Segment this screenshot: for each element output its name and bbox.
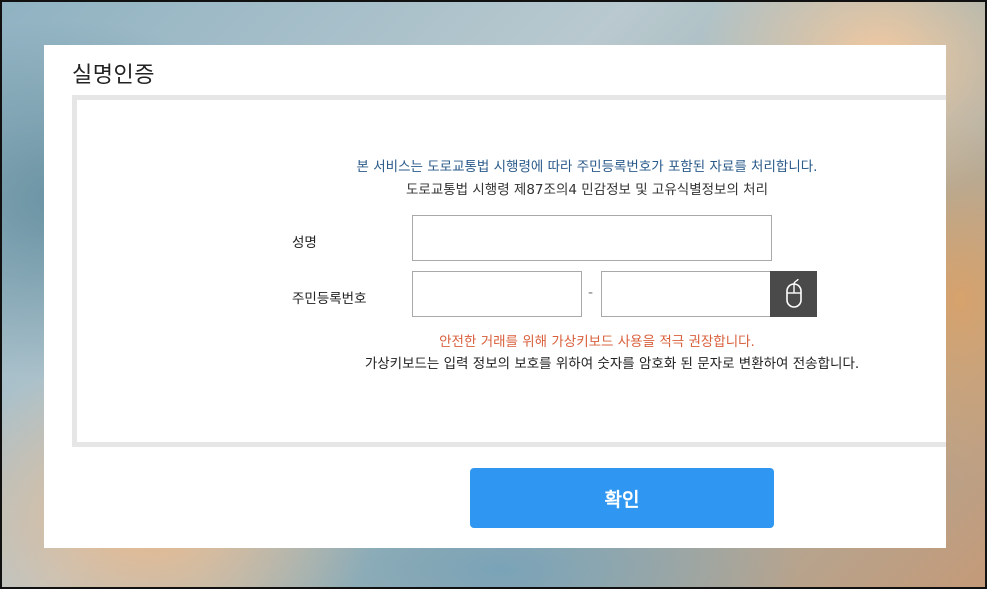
rrn-front-field[interactable] (412, 271, 582, 317)
verification-panel: 본 서비스는 도로교통법 시행령에 따라 주민등록번호가 포함된 자료를 처리합… (72, 95, 946, 447)
rrn-back-field[interactable] (601, 271, 771, 317)
rrn-separator: - (588, 285, 594, 301)
name-label: 성명 (292, 235, 317, 251)
legal-basis-notice: 도로교통법 시행령 제87조의4 민감정보 및 고유식별정보의 처리 (405, 182, 768, 198)
service-notice: 본 서비스는 도로교통법 시행령에 따라 주민등록번호가 포함된 자료를 처리합… (356, 159, 818, 175)
mouse-icon (785, 278, 802, 308)
identity-verification-dialog: 실명인증 본 서비스는 도로교통법 시행령에 따라 주민등록번호가 포함된 자료… (44, 45, 946, 548)
virtual-keyboard-warning: 안전한 거래를 위해 가상키보드 사용을 적극 권장합니다. (439, 334, 755, 350)
dialog-title: 실명인증 (72, 63, 155, 88)
rrn-label: 주민등록번호 (292, 291, 367, 307)
name-field[interactable] (412, 215, 772, 261)
virtual-keyboard-info: 가상키보드는 입력 정보의 보호를 위하여 숫자를 암호화 된 문자로 변환하여… (364, 356, 860, 372)
virtual-keyboard-button[interactable] (770, 271, 817, 317)
confirm-button[interactable]: 확인 (470, 468, 774, 528)
